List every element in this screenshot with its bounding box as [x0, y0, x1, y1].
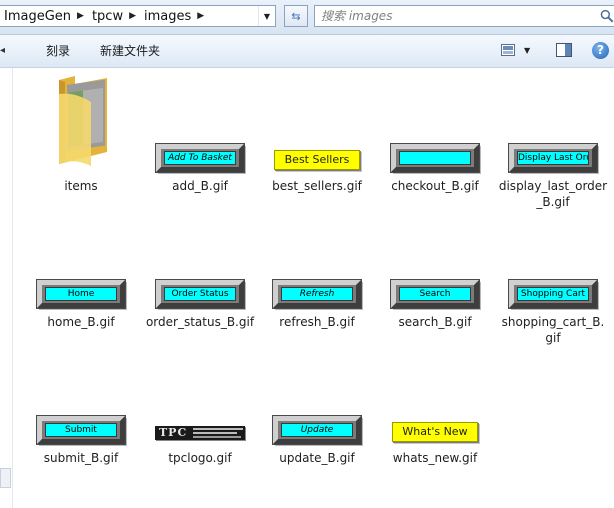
gif-thumbnail: Shopping Cart: [509, 280, 597, 308]
thumbnail-caption: [399, 151, 471, 165]
file-thumbnail[interactable]: Home: [26, 210, 136, 308]
file-name: home_B.gif: [47, 315, 115, 329]
file-thumbnail[interactable]: Update: [262, 346, 372, 444]
file-name: display_last_order_B.gif: [498, 179, 608, 209]
gif-thumbnail: Update: [273, 416, 361, 444]
file-name: search_B.gif: [398, 315, 472, 329]
search-box[interactable]: [314, 5, 614, 27]
gif-thumbnail: Add To Basket: [156, 144, 244, 172]
help-icon[interactable]: ?: [592, 42, 609, 59]
thumbnail-caption: Shopping Cart: [517, 287, 589, 301]
logo-stripe: [193, 428, 243, 430]
file-name: refresh_B.gif: [279, 315, 355, 329]
burn-button[interactable]: 刻录: [46, 35, 70, 67]
gif-thumbnail: Order Status: [156, 280, 244, 308]
logo-text: TPC: [159, 426, 188, 439]
file-thumbnail[interactable]: Refresh: [262, 210, 372, 308]
chevron-down-icon[interactable]: ◂: [0, 45, 5, 56]
thumbnail-caption: Submit: [45, 423, 117, 437]
new-folder-button[interactable]: 新建文件夹: [100, 35, 160, 67]
tpc-logo: TPC: [155, 426, 245, 440]
file-name: update_B.gif: [279, 451, 355, 465]
gif-thumbnail: Search: [391, 280, 479, 308]
preview-pane-icon[interactable]: [556, 43, 572, 57]
logo-stripe: [193, 432, 237, 434]
search-icon[interactable]: [600, 9, 614, 23]
breadcrumb-images[interactable]: images: [140, 9, 195, 24]
chevron-right-icon[interactable]: ▶: [195, 11, 208, 21]
file-name: items: [64, 179, 98, 193]
thumbnail-caption: Refresh: [281, 287, 353, 301]
address-bar: ImageGen ▶ tpcw ▶ images ▶ ▼ ⇆: [0, 0, 614, 35]
refresh-button[interactable]: ⇆: [284, 5, 308, 27]
gif-thumbnail: Submit: [37, 416, 125, 444]
command-toolbar: ◂ 刻录 新建文件夹 ▼ ?: [0, 35, 614, 68]
file-list: items Add To Basket add_B.gif Best Sellers b…: [0, 68, 614, 508]
file-name: add_B.gif: [172, 179, 228, 193]
file-name: tpclogo.gif: [168, 451, 232, 465]
chevron-right-icon[interactable]: ▶: [127, 11, 140, 21]
chevron-down-icon[interactable]: ▼: [524, 46, 530, 55]
thumbnail-caption: Order Status: [164, 287, 236, 301]
file-thumbnail[interactable]: Order Status: [145, 210, 255, 308]
chevron-right-icon[interactable]: ▶: [75, 11, 88, 21]
file-thumbnail[interactable]: TPC: [145, 346, 255, 440]
thumbnail-caption: Home: [45, 287, 117, 301]
file-name: best_sellers.gif: [272, 179, 362, 193]
file-thumbnail[interactable]: Display Last Order: [498, 74, 608, 172]
file-thumbnail[interactable]: What's New: [380, 346, 490, 442]
thumbnail-caption: Search: [399, 287, 471, 301]
file-thumbnail[interactable]: Add To Basket: [145, 74, 255, 172]
breadcrumb[interactable]: ImageGen ▶ tpcw ▶ images ▶ ▼: [0, 5, 276, 27]
file-thumbnail[interactable]: [380, 74, 490, 172]
file-name: submit_B.gif: [43, 451, 119, 465]
file-thumbnail[interactable]: Shopping Cart: [498, 210, 608, 308]
file-name: shopping_cart_B.gif: [501, 315, 605, 345]
breadcrumb-tpcw[interactable]: tpcw: [88, 9, 127, 24]
refresh-icon: ⇆: [291, 9, 301, 23]
folder-icon: [59, 76, 107, 166]
file-name: whats_new.gif: [392, 451, 478, 465]
gif-thumbnail: Display Last Order: [509, 144, 597, 172]
gif-thumbnail: [391, 144, 479, 172]
gif-thumbnail: Best Sellers: [274, 150, 360, 170]
thumbnail-caption: Update: [281, 423, 353, 437]
file-name: checkout_B.gif: [391, 179, 479, 193]
thumbnail-caption: Add To Basket: [164, 151, 236, 165]
thumbnail-caption: Display Last Order: [517, 151, 589, 165]
breadcrumb-imagegen[interactable]: ImageGen: [0, 9, 75, 24]
file-thumbnail[interactable]: Submit: [26, 346, 136, 444]
file-thumbnail[interactable]: [26, 74, 136, 172]
file-thumbnail[interactable]: Best Sellers: [262, 74, 372, 170]
chevron-down-icon[interactable]: ▼: [258, 6, 275, 26]
gif-thumbnail: Refresh: [273, 280, 361, 308]
logo-stripe: [193, 436, 241, 438]
file-thumbnail[interactable]: Search: [380, 210, 490, 308]
file-name: order_status_B.gif: [145, 315, 255, 329]
search-input[interactable]: [315, 6, 597, 26]
gif-thumbnail: What's New: [392, 422, 478, 442]
change-view-icon[interactable]: [501, 44, 515, 56]
gif-thumbnail: Home: [37, 280, 125, 308]
